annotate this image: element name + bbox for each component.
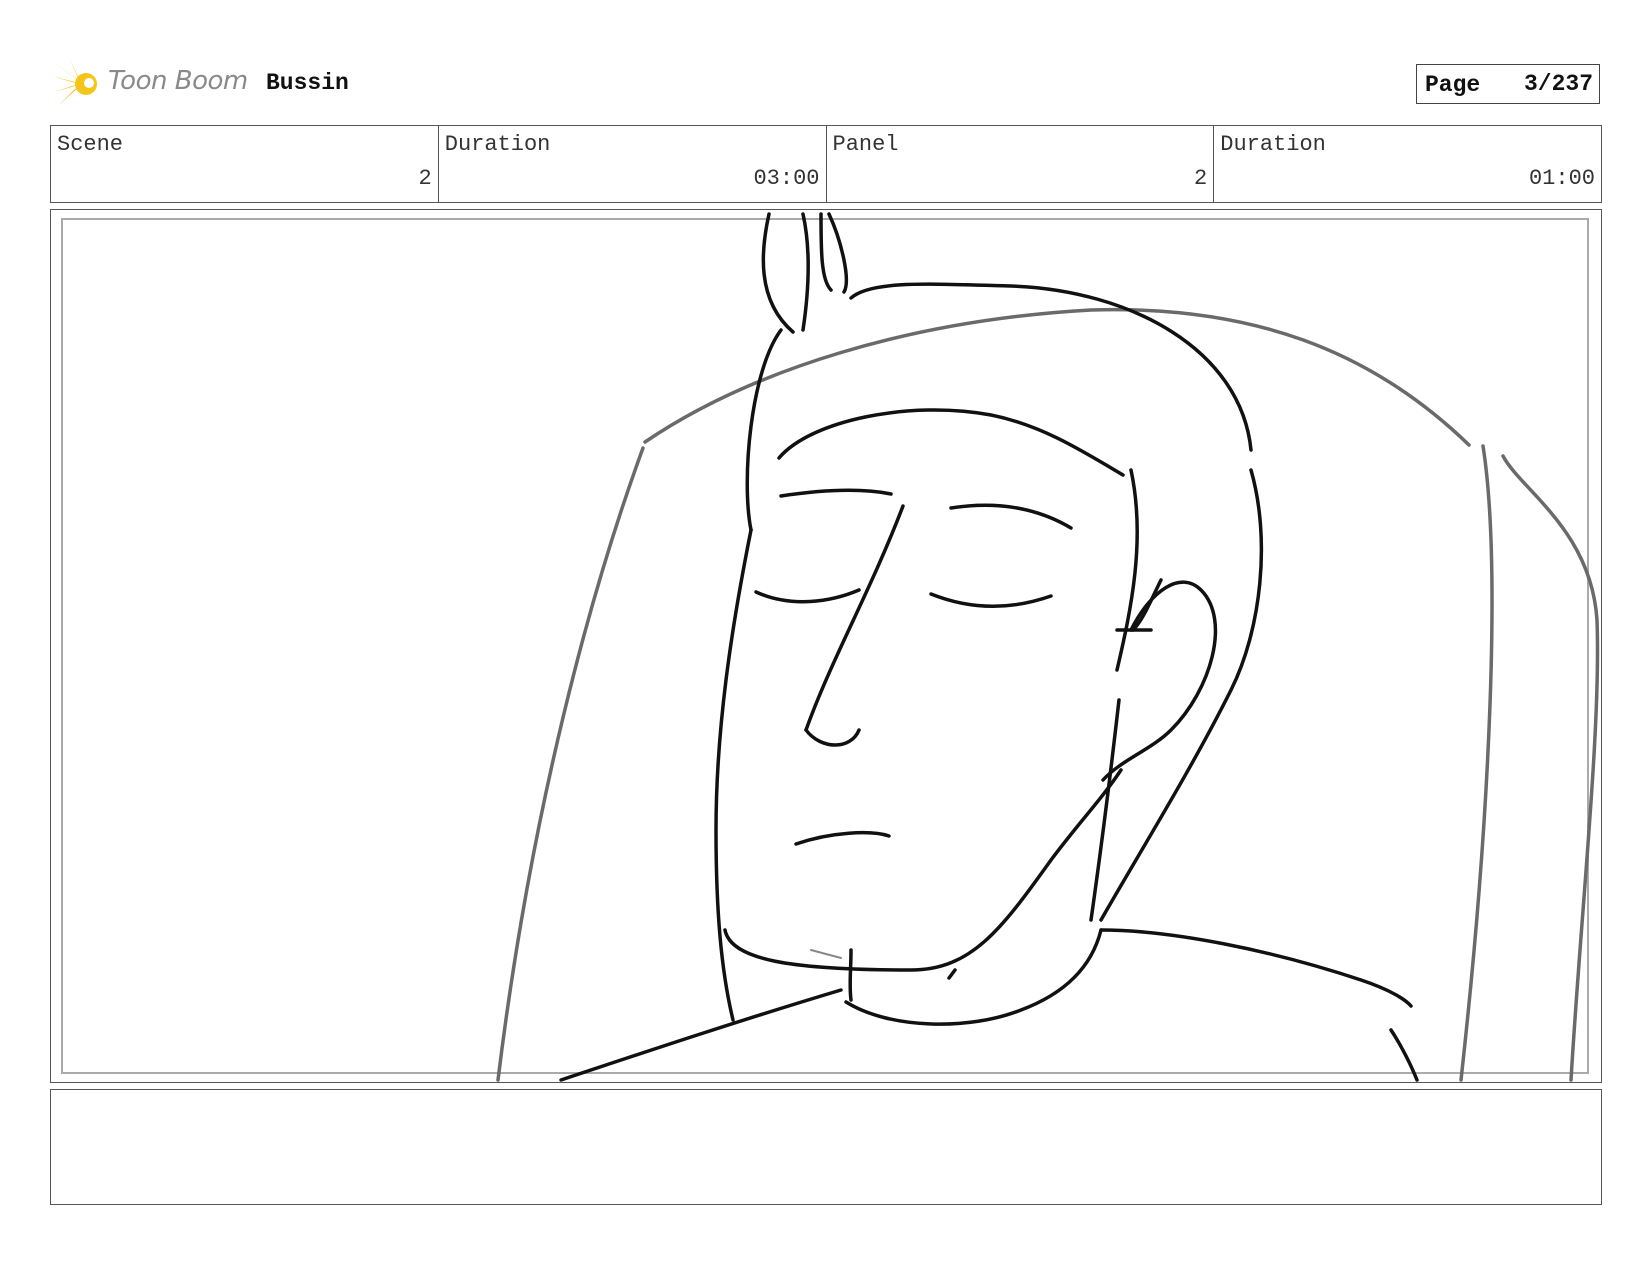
- project-title: Bussin: [266, 70, 349, 96]
- panel-notes-box: [50, 1089, 1602, 1205]
- panel-label: Panel: [832, 132, 899, 157]
- panel-info-row: Scene 2 Duration 03:00 Panel 2 Duration …: [50, 125, 1602, 203]
- sleeping-face-sketch: [496, 212, 1600, 1082]
- panel-duration-label: Duration: [1220, 132, 1326, 157]
- scene-label: Scene: [57, 132, 124, 157]
- scene-duration-cell: Duration 03:00: [439, 126, 827, 202]
- scene-cell: Scene 2: [51, 126, 439, 202]
- page-label: Page: [1425, 72, 1481, 98]
- page-number: 3/237: [1523, 71, 1593, 97]
- logo-wordmark: Toon Boom: [108, 66, 248, 96]
- storyboard-panel-image: [50, 209, 1602, 1083]
- panel-duration-value: 01:00: [1528, 166, 1595, 191]
- toon-boom-logo: Toon Boom: [52, 58, 252, 110]
- page-indicator: Page 3/237: [1416, 64, 1600, 104]
- panel-value: 2: [1194, 166, 1208, 191]
- scene-duration-label: Duration: [444, 132, 551, 157]
- panel-cell: Panel 2: [827, 126, 1215, 202]
- panel-duration-cell: Duration 01:00: [1214, 126, 1601, 202]
- scene-value: 2: [418, 166, 432, 191]
- logo-burst-icon: [52, 60, 97, 106]
- scene-duration-value: 03:00: [753, 166, 820, 191]
